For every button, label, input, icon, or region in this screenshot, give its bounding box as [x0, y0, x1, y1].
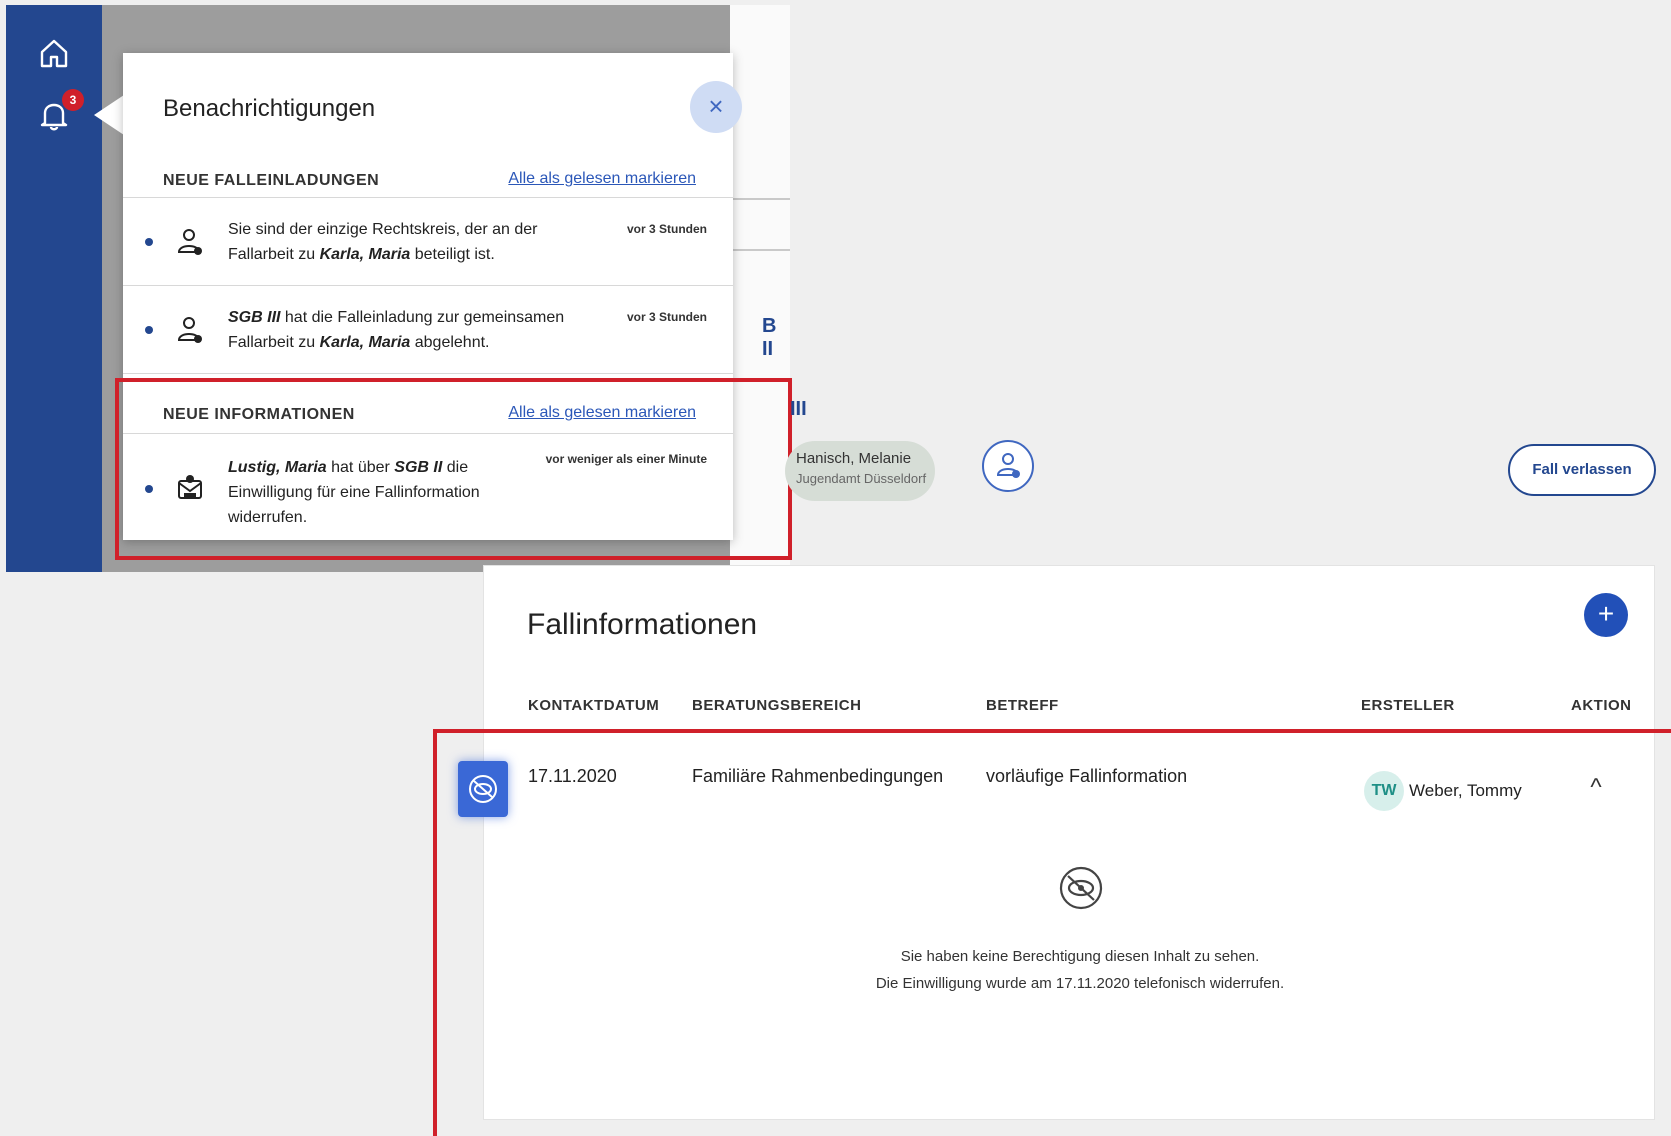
card-title: Fallinformationen [527, 608, 758, 641]
notification-line: SGB III hat die Falleinladung zur gemein… [228, 305, 578, 330]
case-name: Karla, Maria [319, 334, 411, 351]
participant-name: Hanisch, Melanie [796, 450, 912, 467]
section-heading-invitations: NEUE FALLEINLADUNGEN [163, 172, 380, 189]
divider [123, 373, 733, 374]
unread-dot [145, 326, 153, 334]
notification-line: Sie sind der einzige Rechtskreis, der an… [228, 221, 538, 238]
highlight-box-table-row [433, 729, 1671, 1136]
notification-count-badge: 3 [62, 89, 84, 111]
add-participant-button[interactable] [982, 440, 1034, 492]
unread-dot [145, 238, 153, 246]
notification-line: Fallarbeit zu Karla, Maria beteiligt ist… [228, 242, 578, 267]
notification-time: vor 3 Stunden [626, 222, 707, 236]
text-part: abgelehnt. [410, 334, 490, 351]
close-button[interactable]: × [690, 81, 742, 133]
participant-org: Jugendamt Düsseldorf [796, 471, 927, 486]
legal-area: SGB III [228, 309, 281, 326]
panel-pointer [94, 95, 124, 135]
column-header[interactable]: BERATUNGSBEREICH [692, 697, 861, 714]
column-header[interactable]: ERSTELLER [1361, 697, 1455, 714]
sidebar: 3 [6, 5, 102, 572]
text-part: beteiligt ist. [410, 246, 495, 263]
person-icon [175, 315, 205, 345]
column-header[interactable]: KONTAKTDATUM [528, 697, 659, 714]
notification-text: SGB III hat die Falleinladung zur gemein… [228, 305, 578, 355]
highlight-box-new-information [115, 378, 792, 560]
person-icon [175, 227, 205, 257]
case-name: Karla, Maria [319, 246, 411, 263]
add-fallinfo-button[interactable]: + [1584, 593, 1628, 637]
background-label: B II [762, 315, 777, 360]
add-person-icon [996, 453, 1020, 478]
notification-time: vor 3 Stunden [626, 310, 707, 324]
text-part: Fallarbeit zu [228, 334, 320, 351]
text-part: hat die Falleinladung zur gemeinsamen [280, 309, 565, 326]
column-header: AKTION [1571, 697, 1632, 714]
home-icon[interactable] [36, 35, 72, 71]
leave-case-button[interactable]: Fall verlassen [1508, 444, 1656, 496]
notification-text: Sie sind der einzige Rechtskreis, der an… [228, 217, 578, 267]
panel-title: Benachrichtigungen [163, 95, 376, 122]
mark-all-read-link[interactable]: Alle als gelesen markieren [508, 170, 696, 188]
notification-line: Fallarbeit zu Karla, Maria abgelehnt. [228, 330, 578, 355]
column-header[interactable]: BETREFF [986, 697, 1059, 714]
notification-item[interactable]: SGB III hat die Falleinladung zur gemein… [123, 285, 733, 373]
notification-item[interactable]: Sie sind der einzige Rechtskreis, der an… [123, 197, 733, 285]
background-label: III [790, 398, 807, 420]
text-part: Fallarbeit zu [228, 246, 320, 263]
